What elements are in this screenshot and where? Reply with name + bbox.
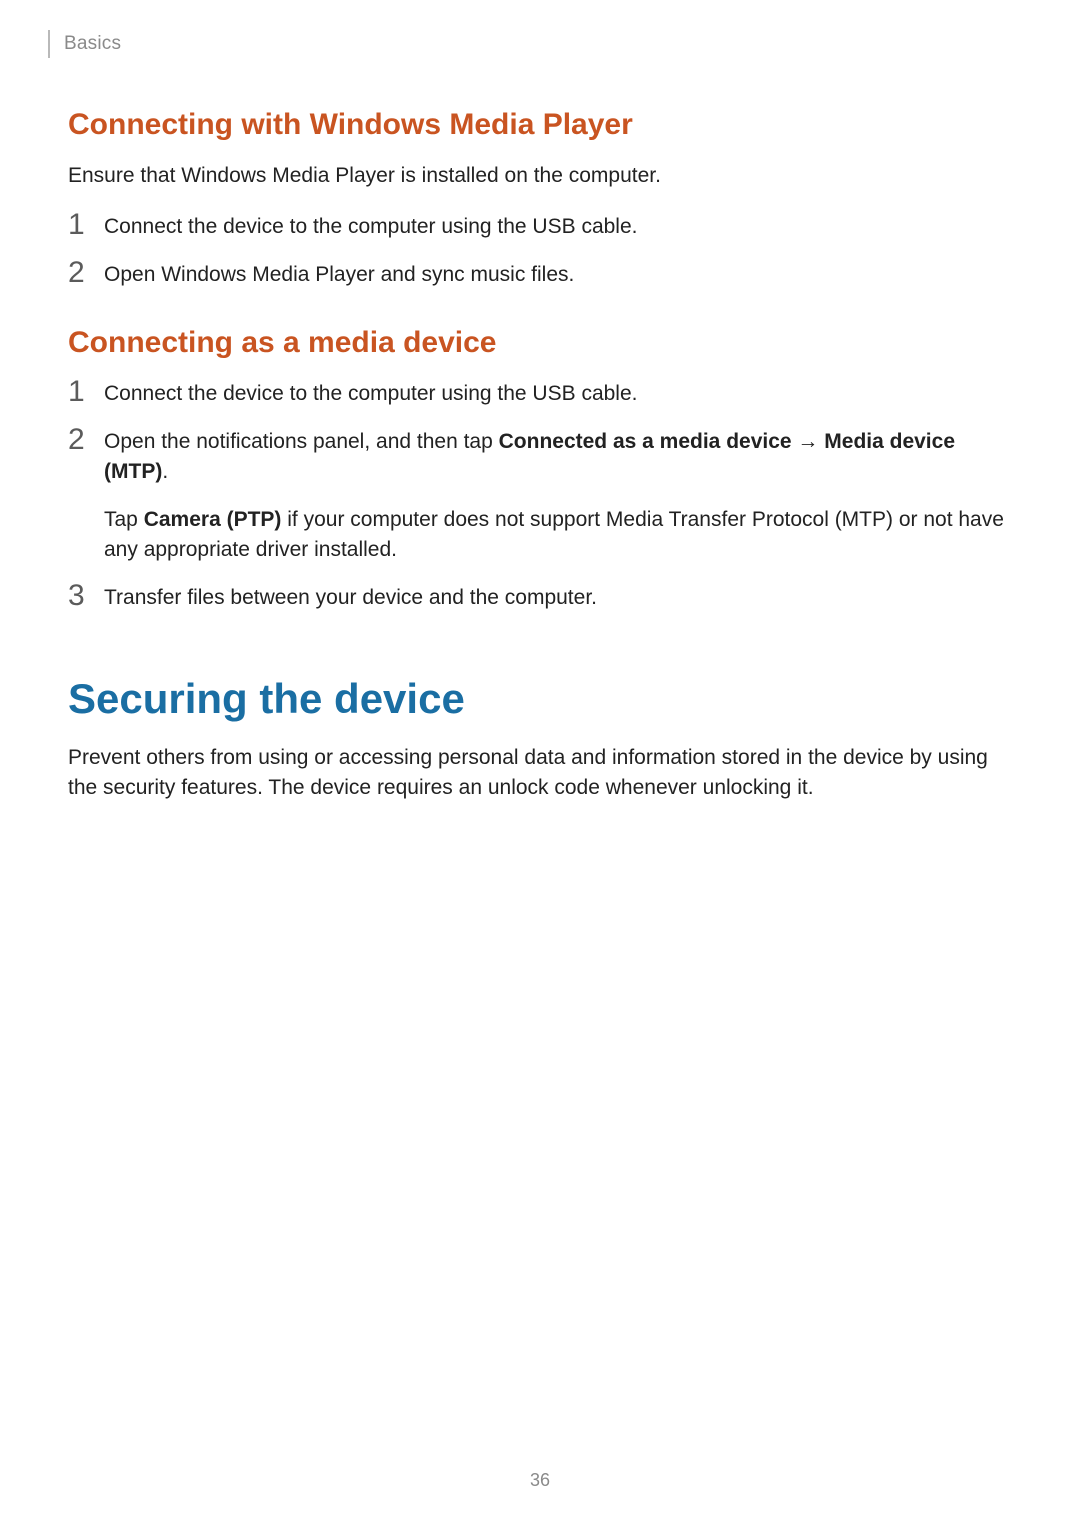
step-text: Open Windows Media Player and sync music… <box>104 260 1012 290</box>
subheading-wmp: Connecting with Windows Media Player <box>68 106 1012 144</box>
bold-text: Camera (PTP) <box>144 508 282 531</box>
steps-media-device: 1 Connect the device to the computer usi… <box>68 379 1012 612</box>
intro-wmp: Ensure that Windows Media Player is inst… <box>68 162 1012 190</box>
step-item: 2 Open the notifications panel, and then… <box>68 427 1012 564</box>
text-fragment: . <box>162 460 168 483</box>
header-divider <box>48 30 50 58</box>
step-number: 3 <box>68 581 86 611</box>
manual-page: Basics Connecting with Windows Media Pla… <box>0 0 1080 1527</box>
paragraph-securing: Prevent others from using or accessing p… <box>68 743 1008 804</box>
step-number: 1 <box>68 377 86 407</box>
page-number: 36 <box>0 1470 1080 1491</box>
step-item: 2 Open Windows Media Player and sync mus… <box>68 260 1012 290</box>
step-text-line: Transfer files between your device and t… <box>104 583 1012 613</box>
step-text: Open the notifications panel, and then t… <box>104 427 1012 564</box>
step-item: 1 Connect the device to the computer usi… <box>68 379 1012 409</box>
step-text: Transfer files between your device and t… <box>104 583 1012 613</box>
heading-securing: Securing the device <box>68 675 1012 723</box>
steps-wmp: 1 Connect the device to the computer usi… <box>68 212 1012 290</box>
subheading-media-device: Connecting as a media device <box>68 324 1012 362</box>
step-number: 2 <box>68 425 86 455</box>
step-text-line: Open Windows Media Player and sync music… <box>104 260 1012 290</box>
text-fragment: Open the notifications panel, and then t… <box>104 430 499 453</box>
page-header: Basics <box>48 30 1012 58</box>
step-item: 1 Connect the device to the computer usi… <box>68 212 1012 242</box>
arrow-icon: → <box>792 430 825 453</box>
step-text: Connect the device to the computer using… <box>104 212 1012 242</box>
step-text-secondary: Tap Camera (PTP) if your computer does n… <box>104 505 1012 565</box>
step-number: 2 <box>68 258 86 288</box>
step-text-line: Connect the device to the computer using… <box>104 212 1012 242</box>
step-text-line: Connect the device to the computer using… <box>104 379 1012 409</box>
step-text-line: Open the notifications panel, and then t… <box>104 427 1012 487</box>
bold-text: Connected as a media device <box>499 430 792 453</box>
step-item: 3 Transfer files between your device and… <box>68 583 1012 613</box>
step-number: 1 <box>68 210 86 240</box>
step-text: Connect the device to the computer using… <box>104 379 1012 409</box>
breadcrumb: Basics <box>64 33 121 55</box>
text-fragment: Tap <box>104 508 144 531</box>
